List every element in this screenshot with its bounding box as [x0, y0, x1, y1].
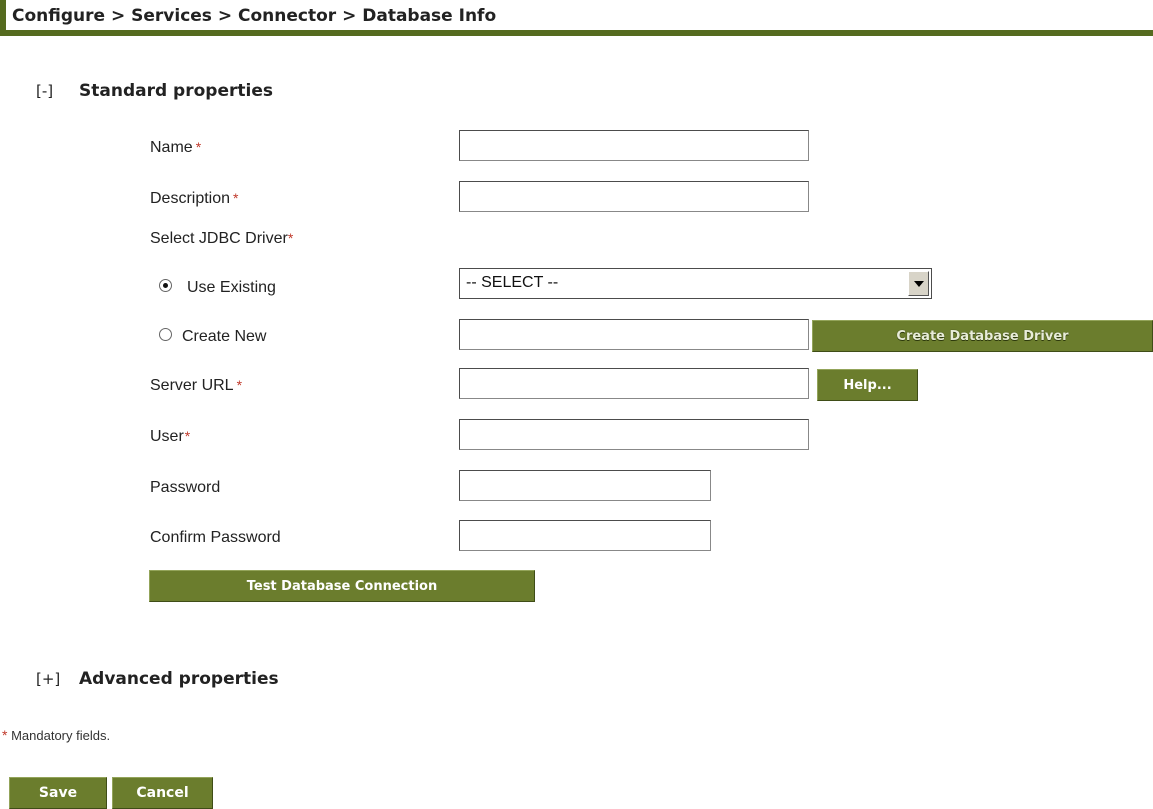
- description-label-text: Description: [150, 190, 231, 207]
- breadcrumb-bar: Configure > Services > Connector > Datab…: [0, 0, 1153, 36]
- jdbc-driver-label: Select JDBC Driver*: [150, 230, 293, 248]
- server-url-required-marker: *: [236, 377, 243, 393]
- name-label: Name *: [150, 139, 201, 157]
- create-database-driver-button[interactable]: Create Database Driver: [812, 320, 1153, 352]
- user-input[interactable]: [459, 419, 809, 450]
- footnote-text: Mandatory fields.: [11, 728, 111, 743]
- create-new-radio[interactable]: [159, 328, 172, 341]
- description-label: Description *: [150, 190, 238, 208]
- save-button[interactable]: Save: [9, 777, 107, 809]
- cancel-button[interactable]: Cancel: [112, 777, 213, 809]
- create-new-label[interactable]: Create New: [182, 328, 266, 346]
- jdbc-driver-select[interactable]: -- SELECT --: [459, 268, 932, 299]
- description-required-marker: *: [233, 190, 239, 206]
- user-label: User*: [150, 428, 190, 446]
- user-required-marker: *: [184, 428, 191, 444]
- description-input[interactable]: [459, 181, 809, 212]
- advanced-properties-title: Advanced properties: [79, 669, 279, 689]
- user-label-text: User: [150, 428, 184, 445]
- help-button[interactable]: Help...: [817, 369, 918, 401]
- password-input[interactable]: [459, 470, 711, 501]
- server-url-label: Server URL *: [150, 377, 242, 395]
- jdbc-driver-select-value: -- SELECT --: [466, 274, 559, 291]
- breadcrumb: Configure > Services > Connector > Datab…: [12, 6, 497, 26]
- standard-properties-title: Standard properties: [79, 81, 273, 101]
- advanced-properties-toggle[interactable]: [+]: [36, 670, 60, 688]
- standard-properties-toggle[interactable]: [-]: [36, 82, 53, 100]
- jdbc-driver-label-text: Select JDBC Driver: [150, 230, 288, 247]
- header-left-rule: [0, 0, 6, 36]
- name-required-marker: *: [195, 139, 202, 155]
- name-label-text: Name: [150, 139, 193, 156]
- name-input[interactable]: [459, 130, 809, 161]
- server-url-input[interactable]: [459, 368, 809, 399]
- test-database-connection-button[interactable]: Test Database Connection: [149, 570, 535, 602]
- chevron-down-icon[interactable]: [908, 271, 929, 296]
- jdbc-driver-required-marker: *: [287, 230, 294, 246]
- password-label: Password: [150, 479, 221, 496]
- use-existing-radio[interactable]: [159, 279, 172, 292]
- use-existing-label[interactable]: Use Existing: [187, 279, 276, 297]
- footnote-required-marker: *: [2, 727, 8, 743]
- confirm-password-label: Confirm Password: [150, 529, 281, 546]
- create-new-driver-input[interactable]: [459, 319, 809, 350]
- mandatory-footnote: * Mandatory fields.: [2, 727, 110, 743]
- confirm-password-input[interactable]: [459, 520, 711, 551]
- server-url-label-text: Server URL: [150, 377, 234, 394]
